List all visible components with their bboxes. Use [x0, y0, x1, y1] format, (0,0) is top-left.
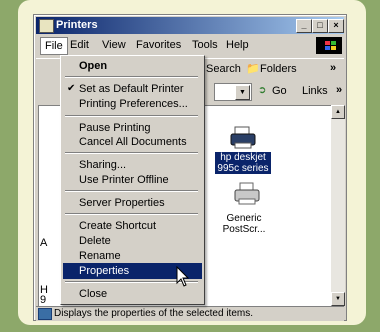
window-title: Printers — [56, 19, 98, 31]
menu-edit[interactable]: Edit — [70, 39, 89, 51]
menu-item-close[interactable]: Close — [63, 286, 202, 302]
menu-view[interactable]: View — [102, 39, 126, 51]
menu-item-server-properties[interactable]: Server Properties — [63, 195, 202, 211]
printer-name-line2: 995c series — [217, 163, 269, 174]
menu-separator — [65, 76, 198, 78]
maximize-button[interactable]: □ — [312, 19, 328, 33]
menu-item-create-shortcut[interactable]: Create Shortcut — [63, 218, 202, 234]
printer-folder-icon — [39, 19, 54, 33]
search-button[interactable]: Search — [206, 63, 241, 75]
menu-item-printing-preferences[interactable]: Printing Preferences... — [63, 96, 202, 112]
menu-item-use-offline[interactable]: Use Printer Offline — [63, 172, 202, 188]
menu-item-sharing[interactable]: Sharing... — [63, 157, 202, 173]
links-overflow-icon[interactable]: » — [336, 84, 342, 96]
menu-help[interactable]: Help — [226, 39, 249, 51]
menu-bar: File Edit View Favorites Tools Help — [36, 36, 344, 56]
hidden-item-label: 9 — [40, 294, 47, 306]
address-combo[interactable]: ▼ — [214, 83, 252, 101]
windows-logo-icon — [316, 37, 342, 54]
menu-separator — [65, 115, 198, 117]
folders-button[interactable]: Folders — [260, 63, 297, 75]
dropdown-arrow-icon[interactable]: ▼ — [235, 85, 250, 100]
menu-file[interactable]: File — [40, 37, 68, 55]
menu-item-cancel-all[interactable]: Cancel All Documents — [63, 134, 202, 150]
checkmark-icon: ✔ — [67, 83, 76, 94]
menu-item-delete[interactable]: Delete — [63, 233, 202, 249]
menu-separator — [65, 213, 198, 215]
links-button[interactable]: Links — [302, 85, 328, 97]
menu-separator — [65, 190, 198, 192]
menu-item-open[interactable]: Open — [63, 58, 202, 74]
printer-icon[interactable] — [233, 182, 261, 206]
folders-icon: 📁 — [246, 63, 260, 75]
printer-label-hp[interactable]: hp deskjet 995c series — [215, 152, 271, 174]
printer-icon[interactable] — [229, 126, 257, 150]
title-bar[interactable]: Printers _ □ × — [36, 17, 344, 34]
mouse-cursor-icon — [176, 266, 190, 287]
status-bar: Displays the properties of the selected … — [36, 306, 344, 321]
scroll-down-icon[interactable]: ▼ — [331, 292, 345, 306]
printer-name-line2: PostScr... — [222, 224, 266, 235]
menu-favorites[interactable]: Favorites — [136, 39, 181, 51]
go-button[interactable]: Go — [272, 85, 287, 97]
scroll-up-icon[interactable]: ▲ — [331, 105, 345, 119]
toolbar-overflow-icon[interactable]: » — [330, 62, 336, 74]
minimize-button[interactable]: _ — [296, 19, 312, 33]
vertical-scrollbar[interactable]: ▲ ▼ — [331, 105, 345, 306]
printer-name-line1: Generic — [226, 213, 262, 224]
go-arrow-icon: ➲ — [258, 85, 267, 96]
status-icon — [38, 308, 52, 320]
menu-item-set-default[interactable]: ✔ Set as Default Printer — [63, 81, 202, 97]
hidden-item-label: A — [40, 237, 48, 249]
printer-label-generic[interactable]: Generic PostScr... — [219, 213, 269, 235]
menu-separator — [65, 152, 198, 154]
menu-item-rename[interactable]: Rename — [63, 248, 202, 264]
close-button[interactable]: × — [328, 19, 344, 33]
status-text: Displays the properties of the selected … — [54, 308, 253, 319]
menu-item-label: Set as Default Printer — [79, 83, 184, 95]
printer-name-line1: hp deskjet — [220, 152, 266, 163]
menu-tools[interactable]: Tools — [192, 39, 218, 51]
